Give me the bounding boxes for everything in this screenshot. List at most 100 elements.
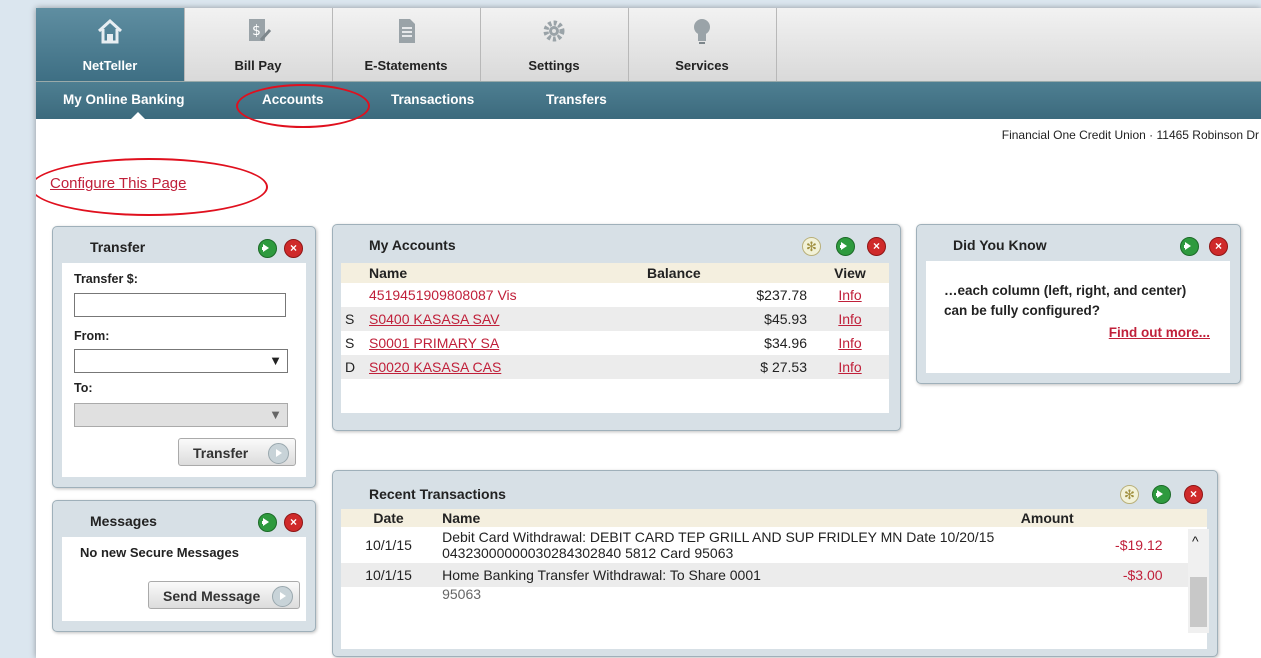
view-header: View	[811, 263, 889, 283]
svg-text:$: $	[252, 23, 261, 39]
account-balance: $34.96	[764, 335, 807, 351]
messages-status: No new Secure Messages	[80, 545, 239, 560]
table-header: Date Name Amount	[341, 509, 1207, 527]
arrow-right-icon	[268, 443, 289, 464]
close-icon[interactable]: ×	[1209, 237, 1228, 256]
panel-title: Recent Transactions	[369, 486, 506, 502]
close-icon[interactable]: ×	[1184, 485, 1203, 504]
recent-transactions-panel: Recent Transactions ✻ × Date Name Amount…	[332, 470, 1218, 657]
button-label: Transfer	[193, 445, 249, 461]
home-icon	[97, 18, 123, 44]
find-out-more-link[interactable]: Find out more...	[1109, 325, 1210, 340]
txn-amount: -$19.12	[1115, 537, 1163, 553]
name-header: Name	[436, 509, 1015, 527]
account-type	[341, 283, 365, 307]
subnav-transactions[interactable]: Transactions	[391, 92, 474, 107]
panel-title: My Accounts	[369, 237, 456, 253]
from-account-select[interactable]: ▼	[74, 349, 288, 373]
active-subnav-indicator	[129, 112, 147, 121]
txn-amount	[1015, 587, 1169, 601]
close-icon[interactable]: ×	[284, 513, 303, 532]
lightbulb-icon	[694, 19, 710, 44]
info-link[interactable]: Info	[838, 335, 861, 351]
info-link[interactable]: Info	[838, 287, 861, 303]
tab-label: Services	[675, 58, 729, 73]
txn-name: Home Banking Transfer Withdrawal: To Sha…	[442, 567, 761, 583]
tab-services[interactable]: Services	[628, 8, 777, 81]
to-account-select[interactable]: ▼	[74, 403, 288, 427]
close-icon[interactable]: ×	[284, 239, 303, 258]
tab-label: NetTeller	[82, 58, 138, 73]
table-row: S S0400 KASASA SAV $45.93 Info	[341, 307, 889, 331]
bill-pay-icon: $	[249, 19, 272, 42]
subnav-transfers[interactable]: Transfers	[546, 92, 607, 107]
chevron-up-icon[interactable]: ^	[1192, 533, 1199, 549]
table-header: Name Balance View	[341, 263, 889, 283]
my-accounts-panel: My Accounts ✻ × Name Balance View 451945…	[332, 224, 901, 431]
info-link[interactable]: Info	[838, 359, 861, 375]
txn-date: 10/1/15	[365, 567, 412, 583]
table-row: 95063	[341, 587, 1207, 601]
close-icon[interactable]: ×	[867, 237, 886, 256]
account-name[interactable]: S0001 PRIMARY SA	[369, 335, 499, 351]
configure-page-link[interactable]: Configure This Page	[50, 175, 186, 192]
panel-title: Transfer	[90, 239, 146, 255]
account-name[interactable]: 4519451909808087 Vis	[365, 283, 643, 307]
account-type: D	[341, 355, 365, 379]
gear-icon	[543, 20, 565, 42]
scroll-header	[1168, 509, 1207, 527]
txn-date: 10/1/15	[365, 537, 412, 553]
tab-label: Settings	[528, 58, 580, 73]
account-name[interactable]: S0020 KASASA CAS	[369, 359, 501, 375]
go-arrow-icon[interactable]	[1180, 237, 1199, 256]
transfer-form: Transfer $: From: ▼ To: ▼ Transfer	[62, 263, 306, 477]
txn-amount: -$3.00	[1122, 567, 1163, 583]
panel-title: Messages	[90, 513, 157, 529]
txn-name: Debit Card Withdrawal: DEBIT CARD TEP GR…	[442, 529, 995, 561]
transfer-panel: Transfer × Transfer $: From: ▼ To: ▼ Tra…	[52, 226, 316, 488]
table-row: S S0001 PRIMARY SA $34.96 Info	[341, 331, 889, 355]
info-link[interactable]: Info	[838, 311, 861, 327]
balance-header: Balance	[643, 263, 811, 283]
go-arrow-icon[interactable]	[258, 239, 277, 258]
to-label: To:	[74, 381, 93, 395]
subnav-accounts[interactable]: Accounts	[262, 92, 324, 107]
tab-netteller[interactable]: NetTeller	[36, 8, 185, 81]
name-header: Name	[365, 263, 643, 283]
tab-e-statements[interactable]: E-Statements	[332, 8, 481, 81]
did-you-know-panel: Did You Know × …each column (left, right…	[916, 224, 1241, 384]
tab-bill-pay[interactable]: $ Bill Pay	[184, 8, 333, 81]
institution-info: Financial One Credit Union · 11465 Robin…	[1001, 128, 1259, 142]
accounts-table: Name Balance View 4519451909808087 Vis $…	[341, 263, 889, 379]
go-arrow-icon[interactable]	[836, 237, 855, 256]
transfer-button[interactable]: Transfer	[178, 438, 296, 466]
button-label: Send Message	[163, 588, 261, 604]
transfer-amount-label: Transfer $:	[74, 272, 138, 286]
scrollbar-thumb[interactable]	[1190, 577, 1207, 627]
panel-title: Did You Know	[953, 237, 1047, 253]
type-header	[341, 263, 365, 283]
date-header: Date	[341, 509, 437, 527]
netteller-window: NetTeller $ Bill Pay E-Statements Settin…	[36, 8, 1261, 658]
send-message-button[interactable]: Send Message	[148, 581, 300, 609]
tab-settings[interactable]: Settings	[480, 8, 629, 81]
transfer-amount-input[interactable]	[74, 293, 286, 317]
table-row: 10/1/15 Debit Card Withdrawal: DEBIT CAR…	[341, 527, 1207, 563]
go-arrow-icon[interactable]	[1152, 485, 1171, 504]
did-you-know-body: …each column (left, right, and center) c…	[926, 261, 1230, 373]
messages-body: No new Secure Messages Send Message	[62, 537, 306, 621]
go-arrow-icon[interactable]	[258, 513, 277, 532]
sub-nav-bar: My Online Banking Accounts Transactions …	[36, 82, 1261, 119]
account-name[interactable]: S0400 KASASA SAV	[369, 311, 500, 327]
settings-gear-icon[interactable]: ✻	[802, 237, 821, 256]
top-tab-bar: NetTeller $ Bill Pay E-Statements Settin…	[36, 8, 1261, 82]
subnav-my-online-banking[interactable]: My Online Banking	[63, 92, 185, 107]
account-type: S	[345, 335, 355, 351]
document-icon	[399, 19, 415, 43]
transactions-scrollbar[interactable]: ^	[1188, 529, 1209, 633]
table-row: 10/1/15 Home Banking Transfer Withdrawal…	[341, 563, 1207, 587]
from-label: From:	[74, 329, 110, 343]
account-type: S	[341, 307, 365, 331]
settings-gear-icon[interactable]: ✻	[1120, 485, 1139, 504]
table-row: 4519451909808087 Vis $237.78 Info	[341, 283, 889, 307]
